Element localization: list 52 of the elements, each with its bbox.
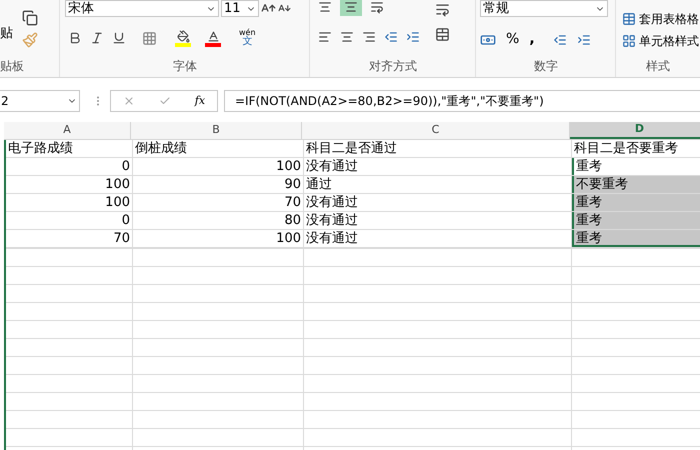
formula-field[interactable]: =IF(NOT(AND(A2>=80,B2>=90)),"重考","不要重考") <box>224 90 700 112</box>
phonetic-button[interactable]: wén 文 <box>239 29 256 47</box>
group-label: 数字 <box>534 58 558 75</box>
wrap-text-icon[interactable] <box>435 2 450 17</box>
increase-indent-icon[interactable] <box>406 30 420 44</box>
comma-style[interactable]: , <box>529 29 535 50</box>
font-name-field[interactable]: 宋体 <box>65 0 219 17</box>
style-command[interactable]: 单元格样式 <box>622 32 700 50</box>
fill-color-button[interactable] <box>175 30 191 46</box>
table-cell: 科目二是否要重考 <box>572 140 700 157</box>
name-box[interactable]: 2 <box>0 90 80 112</box>
column-header[interactable]: A <box>4 122 131 139</box>
table-cell: 倒桩成绩 <box>133 140 304 157</box>
table-cell: 重考 <box>572 194 700 211</box>
column-header[interactable]: B <box>131 122 302 139</box>
copy-icon[interactable] <box>22 10 38 26</box>
table-cell: 电子路成绩 <box>6 140 133 157</box>
align-center-icon[interactable] <box>340 30 354 44</box>
group-label: 字体 <box>173 58 197 75</box>
align-right-icon[interactable] <box>362 30 376 44</box>
table-cell: 科目二是否通过 <box>304 140 572 157</box>
style-command[interactable]: 套用表格格 <box>622 10 700 28</box>
align-icon <box>344 0 358 14</box>
table-cell: 重考 <box>572 230 700 247</box>
align-bottom-button[interactable] <box>340 0 362 16</box>
underline-icon[interactable] <box>112 31 126 45</box>
percent-style[interactable]: % <box>506 29 520 50</box>
table-icon <box>622 12 636 26</box>
border-icon[interactable] <box>142 30 157 46</box>
font-size-field[interactable]: 11 <box>221 0 259 17</box>
bold-icon[interactable] <box>68 31 82 45</box>
group-label: 贴板 <box>0 58 24 75</box>
font-color-button[interactable] <box>205 30 221 46</box>
italic-icon[interactable] <box>90 31 104 45</box>
group-label: 对齐方式 <box>369 58 417 75</box>
table-cell: 没有通过 <box>304 158 572 175</box>
number-format-field[interactable]: 常规 <box>480 0 608 17</box>
table-cell: 没有通过 <box>304 212 572 229</box>
decrease-indent-icon[interactable] <box>384 30 398 44</box>
table-cell: 重考 <box>572 212 700 229</box>
paste-label[interactable]: 贴 <box>0 26 13 41</box>
function-icon[interactable]: fx <box>194 92 206 110</box>
align-middle-icon[interactable] <box>318 0 332 14</box>
table-cell: 没有通过 <box>304 230 572 247</box>
table-cell: 不要重考 <box>572 176 700 193</box>
column-header[interactable]: D <box>570 122 700 139</box>
grid-icon <box>622 34 636 48</box>
table-cell: 重考 <box>572 158 700 175</box>
group-label: 样式 <box>646 58 670 75</box>
align-left-icon[interactable] <box>318 30 332 44</box>
merge-cells-icon[interactable] <box>435 27 450 42</box>
table-cell: 没有通过 <box>304 194 572 211</box>
